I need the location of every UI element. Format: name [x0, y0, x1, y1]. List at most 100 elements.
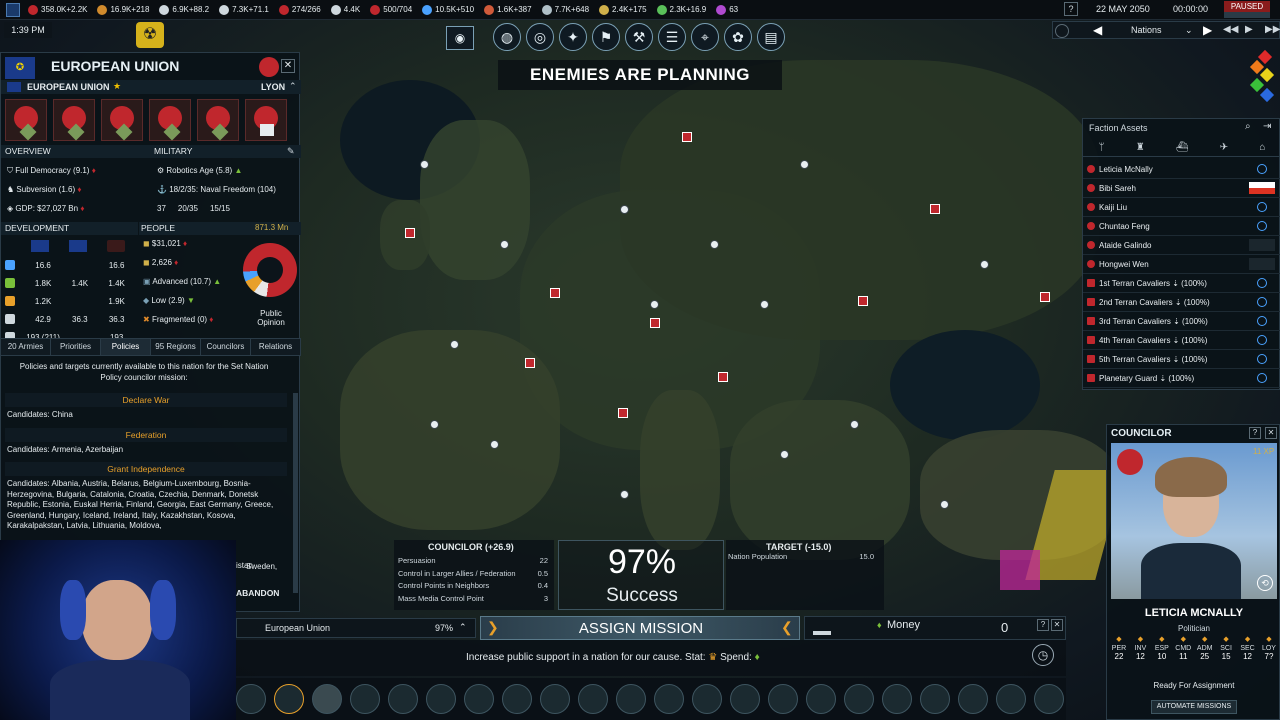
faction-flag-icon[interactable]: [682, 132, 692, 142]
map-marker[interactable]: [760, 300, 769, 309]
resource-mission-control[interactable]: 7.3K+71.1: [219, 4, 269, 15]
faction-flag-icon[interactable]: [618, 408, 628, 418]
coup-mission-icon[interactable]: [806, 684, 836, 714]
unlock-mission-icon[interactable]: [1034, 684, 1064, 714]
location-pin-icon[interactable]: ⌖: [691, 23, 719, 51]
faction-flag-icon[interactable]: [1040, 292, 1050, 302]
control-point-tile[interactable]: [149, 99, 191, 141]
automate-missions-button[interactable]: AUTOMATE MISSIONS: [1151, 700, 1237, 714]
policy-title[interactable]: Declare War: [5, 393, 287, 407]
habitat-filter-icon[interactable]: ⌂: [1259, 142, 1265, 153]
inspire-mission-icon[interactable]: [844, 684, 874, 714]
map-marker[interactable]: [800, 160, 809, 169]
recruit-mission-icon[interactable]: [692, 684, 722, 714]
earth-view-icon[interactable]: ◉: [446, 26, 474, 50]
close-icon[interactable]: ✕: [281, 59, 295, 73]
spend-slider[interactable]: [813, 631, 831, 635]
play-icon[interactable]: ▶: [1245, 24, 1253, 35]
asset-row[interactable]: 5th Terran Cavaliers ⇣ (100%): [1083, 350, 1280, 369]
asset-row[interactable]: Chuntao Feng: [1083, 217, 1280, 236]
close-icon[interactable]: ✕: [1265, 427, 1277, 439]
resource-influence[interactable]: 358.0K+2.2K: [28, 4, 87, 15]
policy-title[interactable]: Grant Independence: [5, 462, 287, 476]
turn-councilor-mission-icon[interactable]: [768, 684, 798, 714]
control-point-tile[interactable]: [5, 99, 47, 141]
tab-20-armies[interactable]: 20 Armies: [1, 339, 51, 355]
capital-name[interactable]: LYON: [261, 82, 285, 92]
research-tool-icon[interactable]: ⚒: [625, 23, 653, 51]
resource-water[interactable]: 10.5K+510: [422, 4, 474, 15]
asset-row[interactable]: Leticia McNally: [1083, 160, 1280, 179]
persuade-mission-icon[interactable]: [274, 684, 304, 714]
detain-mission-icon[interactable]: [654, 684, 684, 714]
control-point-tile[interactable]: [101, 99, 143, 141]
asset-row[interactable]: 1st Terran Cavaliers ⇣ (100%): [1083, 274, 1280, 293]
target-nation-name[interactable]: European Union: [265, 623, 330, 633]
public-opinion-chart[interactable]: [243, 243, 297, 297]
policy-item[interactable]: Grant Independence Candidates: Albania, A…: [1, 462, 291, 535]
resource-metals[interactable]: 7.7K+648: [541, 4, 589, 15]
resource-fissiles[interactable]: 2.3K+16.9: [656, 4, 706, 15]
resource-research[interactable]: 274/266: [278, 4, 321, 15]
advise-mission-icon[interactable]: [578, 684, 608, 714]
map-marker[interactable]: [450, 340, 459, 349]
space-station-icon[interactable]: ✦: [559, 23, 587, 51]
map-marker[interactable]: [850, 420, 859, 429]
map-marker[interactable]: [490, 440, 499, 449]
nations-dropdown-label[interactable]: Nations: [1131, 25, 1162, 35]
help-button[interactable]: ?: [1037, 619, 1049, 631]
policy-title[interactable]: Federation: [5, 427, 287, 442]
army-filter-icon[interactable]: ♜: [1136, 142, 1145, 153]
transfer-mission-icon[interactable]: [958, 684, 988, 714]
map-marker[interactable]: [710, 240, 719, 249]
hostile-takeover-mission-icon[interactable]: [350, 684, 380, 714]
satellite-filter-icon[interactable]: ✈: [1220, 142, 1228, 153]
map-marker[interactable]: [980, 260, 989, 269]
assign-mission-button[interactable]: ❯ ASSIGN MISSION ❮: [480, 616, 800, 640]
map-marker[interactable]: [650, 300, 659, 309]
purge-mission-icon[interactable]: [312, 684, 342, 714]
scrollbar[interactable]: [293, 393, 298, 593]
asset-row[interactable]: Bibi Sareh: [1083, 179, 1280, 198]
sabotage-mission-icon[interactable]: [426, 684, 456, 714]
map-marker[interactable]: [780, 450, 789, 459]
clock-icon[interactable]: ◷: [1032, 644, 1054, 666]
tab-relations[interactable]: Relations: [251, 339, 301, 355]
tab-policies[interactable]: Policies: [101, 339, 151, 355]
resource-boost[interactable]: 6.9K+88.2: [159, 4, 209, 15]
fleet-filter-icon[interactable]: ⛴: [1176, 142, 1189, 153]
orbit-icon[interactable]: ◎: [526, 23, 554, 51]
policy-item[interactable]: Declare War Candidates: China: [1, 393, 291, 424]
map-marker[interactable]: [430, 420, 439, 429]
settings-sliders-icon[interactable]: ☰: [658, 23, 686, 51]
negotiate-mission-icon[interactable]: [920, 684, 950, 714]
investigate-mission-icon[interactable]: [502, 684, 532, 714]
help-button[interactable]: ?: [1064, 2, 1078, 16]
control-point-tile[interactable]: [197, 99, 239, 141]
faction-flag-icon[interactable]: [718, 372, 728, 382]
steal-project-mission-icon[interactable]: [730, 684, 760, 714]
nuclear-icon[interactable]: ☢: [136, 22, 164, 48]
faction-color-legend[interactable]: [1244, 49, 1278, 108]
faction-flag-icon[interactable]: [858, 296, 868, 306]
map-marker[interactable]: [620, 490, 629, 499]
chevron-up-icon[interactable]: ⌃: [289, 81, 297, 92]
resource-noble[interactable]: 2.4K+175: [599, 4, 647, 15]
chevron-down-icon[interactable]: ⌄: [1185, 25, 1193, 36]
asset-row[interactable]: 3rd Terran Cavaliers ⇣ (100%): [1083, 312, 1280, 331]
log-icon[interactable]: ▤: [757, 23, 785, 51]
tab-councilors[interactable]: Councilors: [201, 339, 251, 355]
asset-row[interactable]: Hongwei Wen: [1083, 255, 1280, 274]
faction-flag-icon[interactable]: [405, 228, 415, 238]
edit-icon[interactable]: ✎: [287, 146, 295, 157]
resource-antimatter[interactable]: 63: [716, 4, 738, 15]
gain-influence-mission-icon[interactable]: [388, 684, 418, 714]
map-marker[interactable]: [500, 240, 509, 249]
search-icon[interactable]: ⌕: [1245, 121, 1259, 135]
resource-operations[interactable]: 16.9K+218: [97, 4, 149, 15]
asset-row[interactable]: Ataide Galindo: [1083, 236, 1280, 255]
rewind-icon[interactable]: ◀◀: [1223, 24, 1238, 35]
tab-priorities[interactable]: Priorities: [51, 339, 101, 355]
orbital-strike-mission-icon[interactable]: [464, 684, 494, 714]
map-marker[interactable]: [620, 205, 629, 214]
